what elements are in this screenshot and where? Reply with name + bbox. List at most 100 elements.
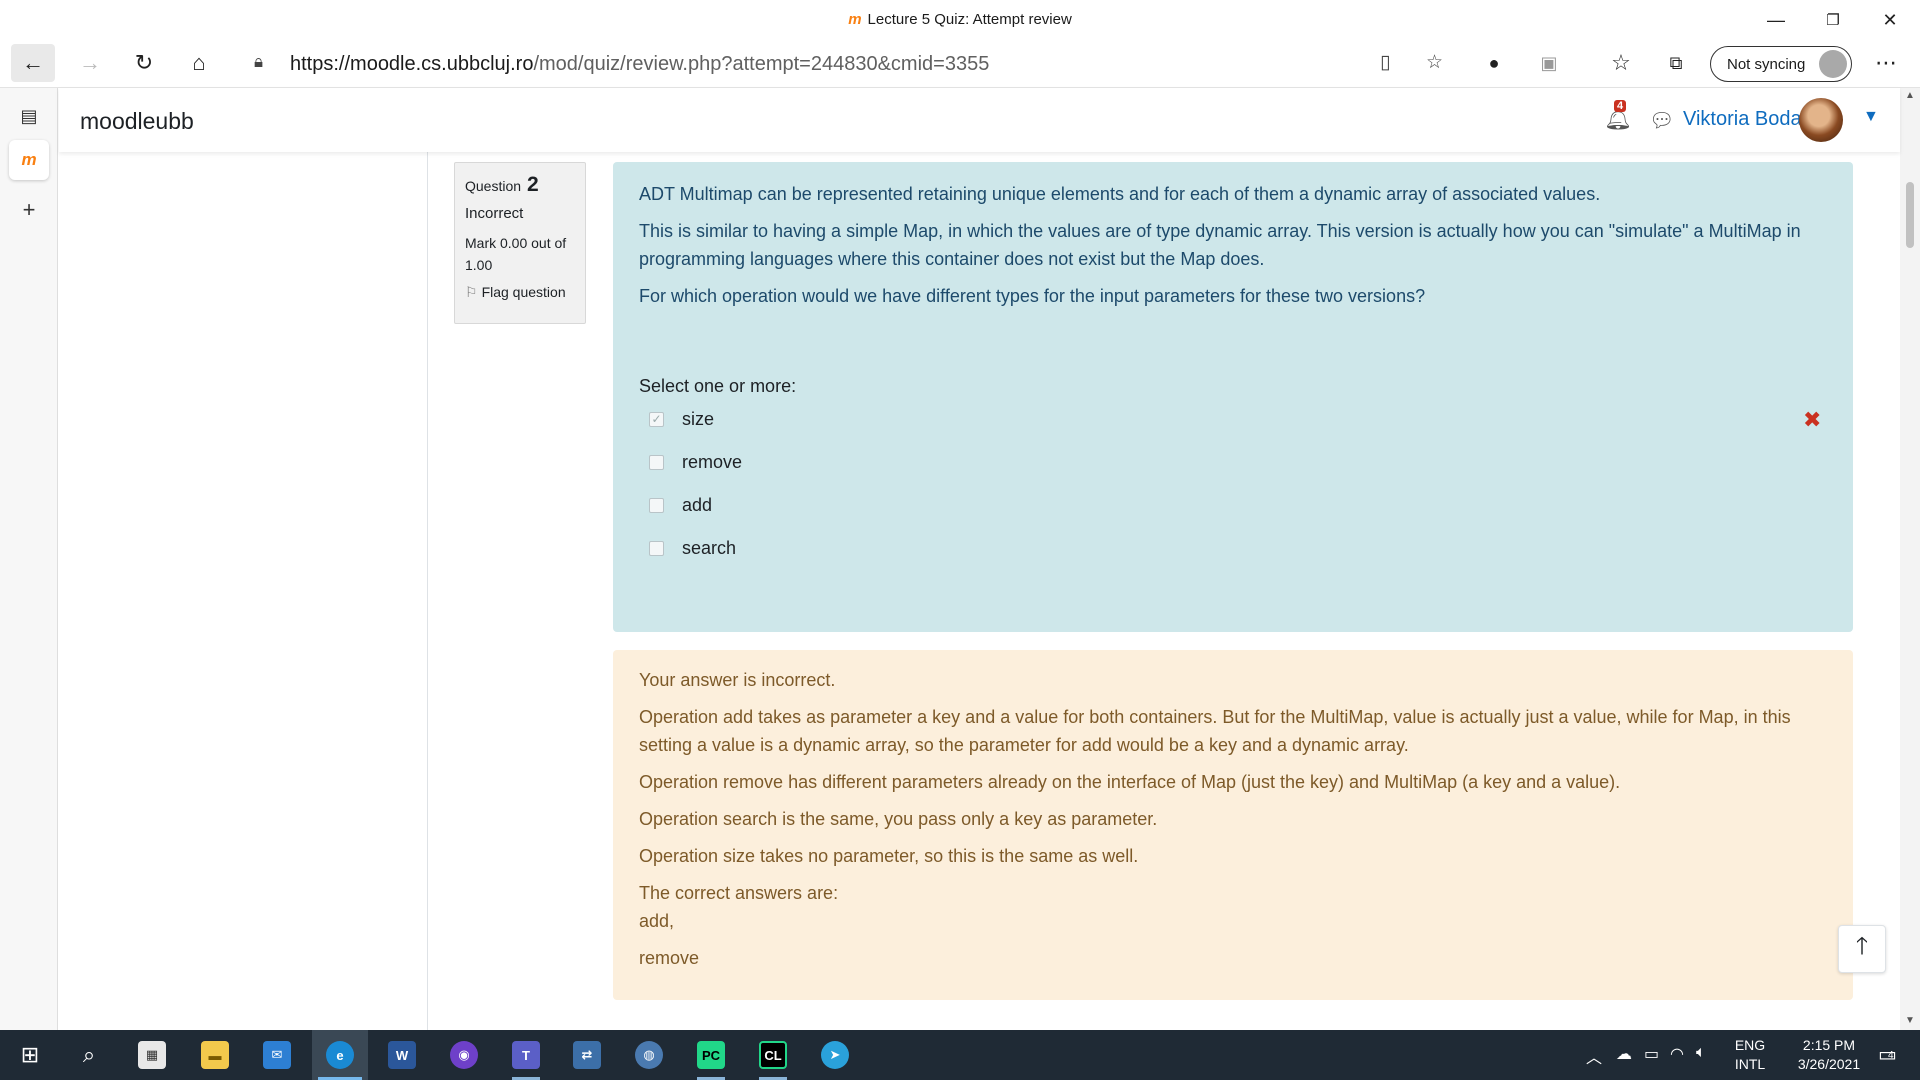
extension-button-1[interactable]: ●	[1472, 44, 1516, 82]
immersive-reader-icon[interactable]: ▯	[1380, 51, 1390, 74]
incorrect-cross-icon: ✖	[1803, 407, 1822, 432]
back-to-top-button[interactable]: 🡑	[1838, 925, 1886, 973]
checkbox-icon[interactable]	[649, 540, 664, 556]
taskbar-store[interactable]: ▦	[124, 1030, 180, 1080]
home-icon: ⌂	[192, 50, 206, 75]
minimize-button[interactable]: —	[1748, 0, 1804, 40]
word-icon: W	[388, 1041, 416, 1069]
battery-icon[interactable]: ▭	[1644, 1044, 1659, 1064]
collections-icon: ⧉	[1669, 52, 1683, 73]
checkbox-checked-icon[interactable]: ✓	[649, 411, 664, 427]
notifications-button[interactable]: 🔔︎ 4	[1604, 100, 1632, 132]
address-bar[interactable]: 🔒︎ https://moodle.cs.ubbcluj.ro/mod/quiz…	[234, 44, 1443, 82]
taskbar-pycharm[interactable]: PC	[683, 1030, 739, 1080]
scroll-down-icon[interactable]: ▼	[1905, 1015, 1915, 1026]
restore-button[interactable]: ❐	[1805, 0, 1861, 40]
question-text-paragraph: ADT Multimap can be represented retainin…	[639, 184, 1601, 204]
scroll-up-icon[interactable]: ▲	[1905, 90, 1915, 101]
user-menu-name[interactable]: Viktoria Boda	[1683, 108, 1802, 131]
feedback-paragraph: Operation add takes as parameter a key a…	[639, 707, 1791, 755]
moodle-tab[interactable]: m	[9, 140, 49, 180]
back-button[interactable]: ←	[11, 44, 55, 82]
favorites-button[interactable]: ☆	[1599, 44, 1643, 82]
answer-option-search[interactable]: search	[639, 520, 1827, 576]
wifi-icon[interactable]: ◠	[1670, 1044, 1684, 1064]
question-text-paragraph: For which operation would we have differ…	[639, 286, 1426, 306]
answer-option-label: add	[682, 495, 713, 515]
answer-option-size[interactable]: ✓ size ✖	[639, 404, 1827, 434]
site-brand[interactable]: moodleubb	[80, 108, 194, 135]
clock-date: 3/26/2021	[1797, 1056, 1861, 1072]
clock-time: 2:15 PM	[1802, 1037, 1856, 1053]
extension-icon: ●	[1488, 52, 1500, 73]
moodle-navbar: moodleubb 🔔︎ 4 💬︎ Viktoria Boda ▼	[59, 88, 1900, 152]
taskbar-file-explorer[interactable]: ▬	[187, 1030, 243, 1080]
question-state: Incorrect	[465, 205, 524, 222]
question-label: Question	[465, 178, 522, 194]
pycharm-icon: PC	[697, 1041, 725, 1069]
forward-icon: →	[79, 50, 101, 75]
volume-icon[interactable]: 🔈︎	[1696, 1044, 1706, 1062]
taskbar-word[interactable]: W	[374, 1030, 430, 1080]
extension-button-2[interactable]: ▣	[1527, 44, 1571, 82]
profile-status-label: Not syncing	[1727, 55, 1806, 73]
start-button[interactable]: ⊞	[2, 1030, 58, 1080]
collections-button[interactable]: ⧉	[1654, 44, 1698, 82]
tab-actions-button[interactable]: ▤	[9, 96, 49, 136]
profile-button[interactable]: Not syncing	[1710, 46, 1852, 82]
taskbar-clion[interactable]: CL	[745, 1030, 801, 1080]
taskbar-browser[interactable]: ◍	[621, 1030, 677, 1080]
window-title: m Lecture 5 Quiz: Attempt review	[0, 11, 1920, 28]
store-icon: ▦	[138, 1041, 166, 1069]
action-center-button[interactable]: ▭ 4	[1878, 1042, 1897, 1067]
avatar[interactable]	[1799, 98, 1843, 142]
window-title-text: Lecture 5 Quiz: Attempt review	[867, 11, 1072, 28]
feedback-paragraph: Operation search is the same, you pass o…	[639, 809, 1158, 829]
taskbar-edge[interactable]: e	[312, 1030, 368, 1080]
page-scrollbar[interactable]: ▲ ▼	[1900, 88, 1920, 1030]
messages-button[interactable]: 💬︎	[1649, 108, 1674, 133]
checkbox-icon[interactable]	[649, 454, 664, 470]
favorites-icon: ☆	[1611, 50, 1631, 75]
answer-option-remove[interactable]: remove	[639, 434, 1827, 490]
onedrive-cloud-icon[interactable]: ☁	[1616, 1044, 1632, 1064]
more-icon: ⋯	[1875, 50, 1897, 75]
home-button[interactable]: ⌂	[177, 44, 221, 82]
arrow-up-icon: 🡑	[1855, 932, 1869, 960]
tab-actions-icon: ▤	[20, 105, 38, 126]
windows-start-icon: ⊞	[20, 1042, 40, 1067]
url-host: https://moodle.cs.ubbcluj.ro	[290, 53, 534, 75]
url-path: /mod/quiz/review.php?attempt=244830&cmid…	[533, 53, 990, 75]
url-text[interactable]: https://moodle.cs.ubbcluj.ro/mod/quiz/re…	[290, 53, 989, 76]
correct-answer: add,	[639, 911, 675, 931]
edge-icon: e	[326, 1041, 354, 1069]
new-tab-button[interactable]: +	[9, 190, 49, 230]
forward-button[interactable]: →	[68, 44, 112, 82]
taskbar-network-tool[interactable]: ⇄	[559, 1030, 615, 1080]
extension-icon: ▣	[1540, 52, 1558, 73]
question-number-value: 2	[526, 173, 539, 196]
chevron-down-icon[interactable]: ▼	[1863, 108, 1879, 126]
question-formulation: ADT Multimap can be represented retainin…	[613, 162, 1853, 632]
answer-option-label: size	[682, 409, 715, 429]
scrollbar-thumb[interactable]	[1906, 182, 1914, 248]
checkbox-icon[interactable]	[649, 497, 664, 513]
taskbar-github-desktop[interactable]: ◉	[436, 1030, 492, 1080]
taskbar-mail[interactable]: ✉	[249, 1030, 305, 1080]
search-button[interactable]: ⌕	[61, 1030, 117, 1080]
add-favorite-icon[interactable]: ☆	[1426, 51, 1443, 74]
flag-question-label: Flag question	[481, 284, 566, 300]
answer-option-label: search	[682, 538, 737, 558]
close-window-button[interactable]: ✕	[1862, 0, 1918, 40]
chevron-up-icon[interactable]: ︿	[1586, 1044, 1602, 1068]
taskbar-telegram[interactable]: ➤	[807, 1030, 863, 1080]
flag-question-link[interactable]: ⚐ Flag question	[465, 284, 575, 301]
settings-more-button[interactable]: ⋯	[1864, 44, 1908, 82]
taskbar-clock[interactable]: 2:15 PM 3/26/2021	[1786, 1036, 1872, 1074]
correct-answers-label: The correct answers are:	[639, 883, 839, 903]
answer-option-add[interactable]: add	[639, 490, 1827, 520]
question-number: Question 2	[465, 173, 575, 197]
language-indicator[interactable]: ENG INTL	[1730, 1036, 1770, 1074]
refresh-button[interactable]: ↻	[122, 44, 166, 82]
taskbar-teams[interactable]: T	[498, 1030, 554, 1080]
